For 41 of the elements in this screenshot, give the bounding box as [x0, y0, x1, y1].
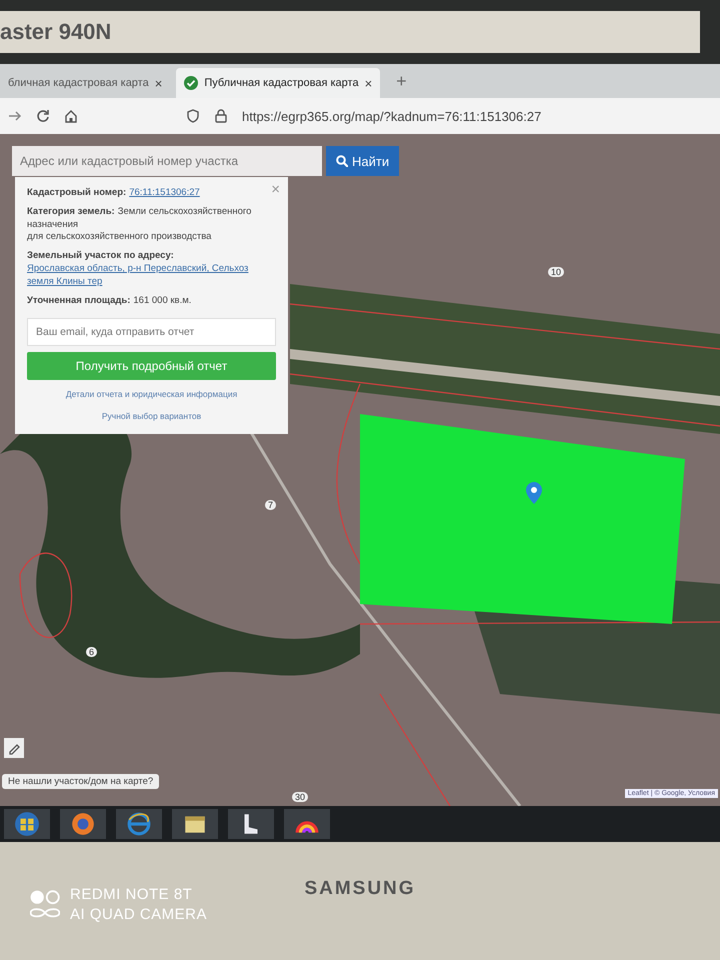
- pencil-icon: [4, 738, 24, 758]
- tab-title: Публичная кадастровая карта: [204, 77, 359, 89]
- map-pin-icon: [526, 482, 542, 504]
- hint-button[interactable]: Не нашли участок/дом на карте?: [2, 774, 160, 789]
- check-circle-icon: [184, 76, 198, 90]
- reload-icon: [36, 109, 50, 123]
- search-button[interactable]: Найти: [326, 146, 400, 176]
- start-button-icon[interactable]: [4, 809, 50, 839]
- field-text: Уточненная площадь: 161 000 кв.м.: [27, 294, 192, 308]
- folder-icon[interactable]: [172, 809, 218, 839]
- parcel-number-label: 30: [292, 792, 308, 802]
- rainbow-icon[interactable]: [284, 809, 330, 839]
- search-field[interactable]: Адрес или кадастровый номер участка: [12, 146, 322, 176]
- parcel-number-label: 10: [548, 267, 564, 277]
- shield-icon: [186, 109, 200, 123]
- home-icon: [64, 109, 78, 123]
- browser-icon[interactable]: [60, 809, 106, 839]
- globe-e-icon[interactable]: [116, 809, 162, 839]
- browser-tab[interactable]: Публичная кадастровая карта ×: [176, 68, 380, 98]
- forward-arrow-icon: [8, 109, 22, 123]
- camera-logo-icon: [30, 890, 60, 920]
- field-text: Категория земель: Земли сельскохозяйственного назначения для сельскохозяйственного производства: [27, 206, 252, 244]
- new-tab-button[interactable]: +: [386, 71, 417, 98]
- close-tab-button[interactable]: ×: [364, 76, 372, 90]
- field-link[interactable]: 76:11:151306:27: [129, 187, 200, 200]
- field-label: Кадастровый номер:: [27, 187, 126, 198]
- browser-tab[interactable]: бличная кадастровая карта ×: [0, 68, 170, 98]
- url-text[interactable]: https://egrp365.org/map/?kadnum=76:11:151306:27: [242, 108, 542, 124]
- camera-stamp-text: REDMI NOTE 8T: [70, 886, 194, 903]
- popup-link[interactable]: Детали отчета и юридическая информация: [66, 386, 238, 402]
- camera-stamp-text: AI QUAD CAMERA: [70, 906, 208, 923]
- close-tab-button[interactable]: ×: [154, 76, 162, 90]
- lock-icon: [214, 109, 228, 123]
- monitor-model-label: aster 940N: [0, 11, 700, 53]
- field-link[interactable]: Ярославская область, р-н Переславский, Сельхоз земля Клины тер: [27, 263, 276, 289]
- tab-title: бличная кадастровая карта: [8, 77, 149, 89]
- monitor-brand-label: SAMSUNG: [304, 878, 416, 901]
- email-field[interactable]: Ваш email, куда отправить отчет: [27, 318, 276, 346]
- field-label: Земельный участок по адресу:: [27, 250, 174, 262]
- search-icon: [336, 155, 348, 167]
- popup-link[interactable]: Ручной выбор вариантов: [102, 408, 202, 424]
